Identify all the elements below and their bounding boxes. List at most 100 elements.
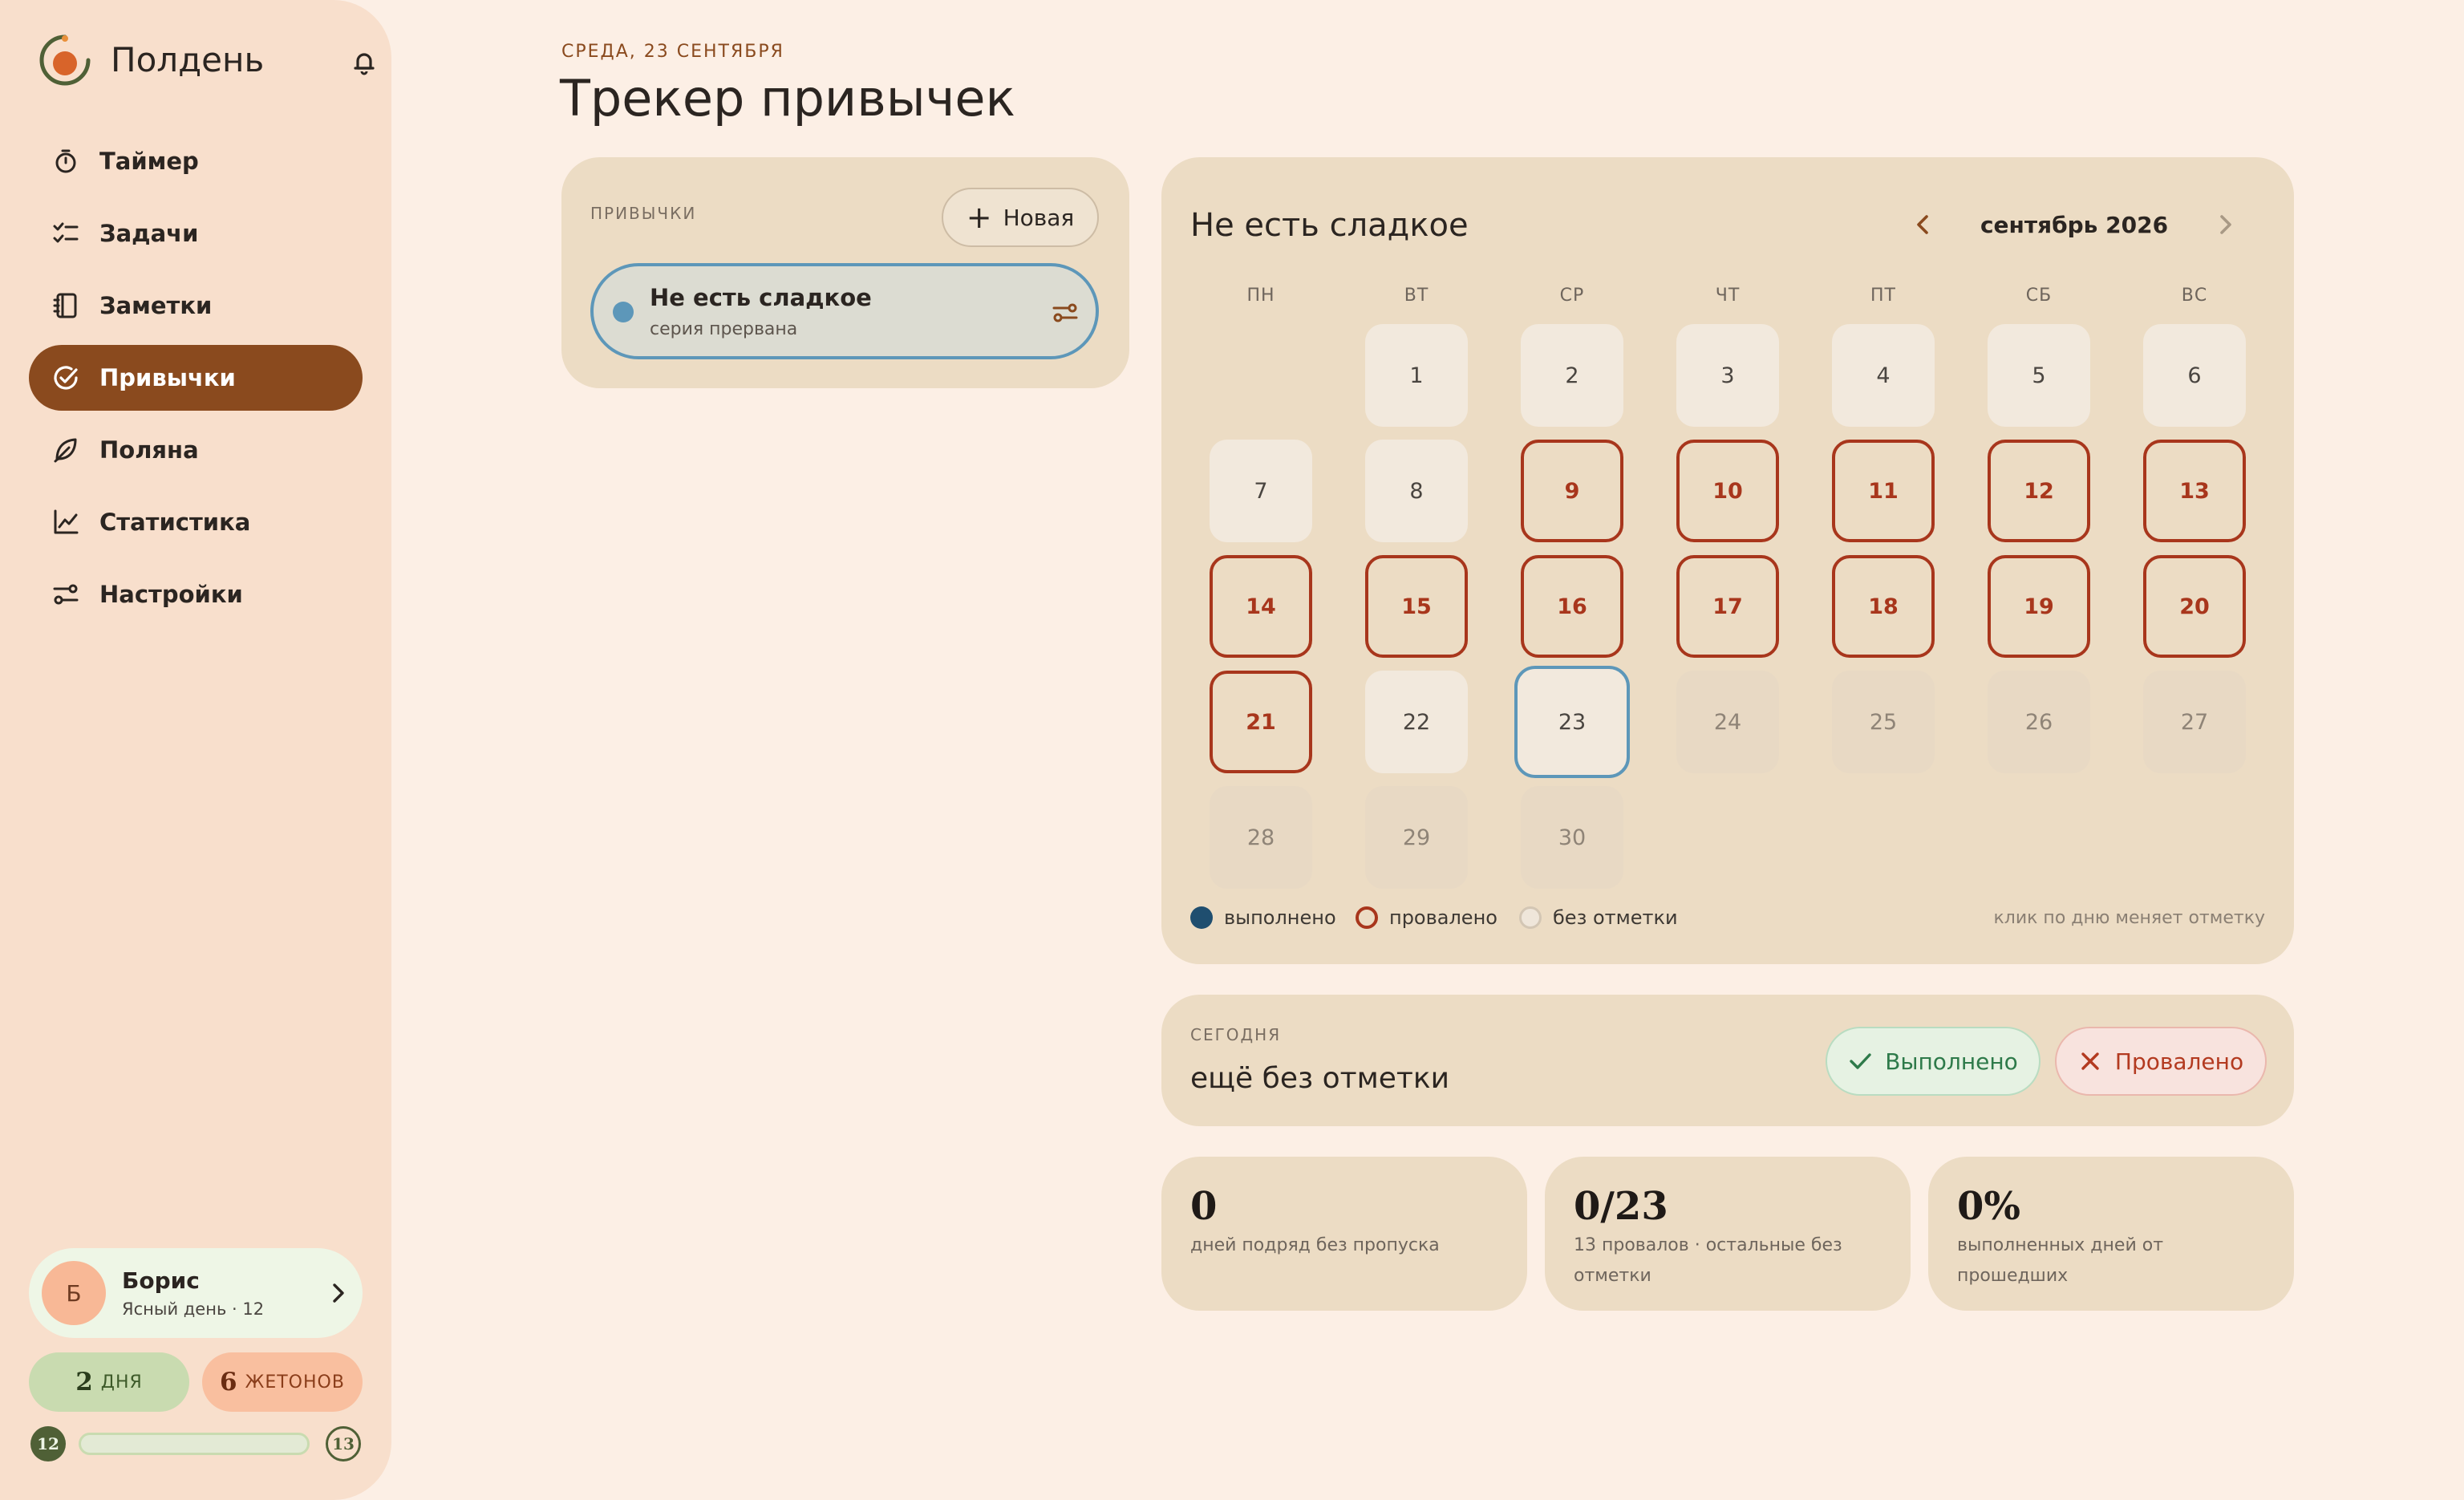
mark-done-label: Выполнено: [1885, 1048, 2018, 1075]
nav-label: Таймер: [99, 148, 199, 175]
next-level-badge: 13: [326, 1426, 361, 1461]
tokens-number: 6: [220, 1368, 237, 1397]
legend-failed-label: провалено: [1389, 906, 1497, 929]
calendar-day[interactable]: 16: [1521, 555, 1623, 658]
calendar-day[interactable]: 4: [1832, 324, 1935, 427]
chevron-right-icon[interactable]: [2211, 210, 2239, 239]
nav-label: Привычки: [99, 364, 236, 391]
calendar-day[interactable]: 26: [1988, 671, 2090, 773]
calendar-day[interactable]: 6: [2143, 324, 2246, 427]
habit-status: серия прервана: [650, 319, 798, 339]
check-icon: [1850, 1053, 1871, 1069]
calendar-day[interactable]: 25: [1832, 671, 1935, 773]
legend-done-label: выполнено: [1224, 906, 1336, 929]
calendar-month: сентябрь 2026: [1980, 212, 2169, 238]
nav-item-habits[interactable]: Привычки: [29, 345, 363, 411]
weekday-header: сб: [2025, 286, 2053, 306]
calendar-day[interactable]: 21: [1210, 671, 1312, 773]
calendar-day[interactable]: 19: [1988, 555, 2090, 658]
habit-name: Не есть сладкое: [650, 284, 872, 311]
calendar-legend: выполнено провалено без отметки клик по …: [1190, 906, 2265, 935]
failed-ring-icon: [1356, 906, 1378, 929]
empty-ring-icon: [1519, 906, 1542, 929]
stat-value: 0: [1190, 1184, 1218, 1229]
streak-badge: 2 дня: [29, 1352, 189, 1412]
calendar-day[interactable]: 12: [1988, 440, 2090, 542]
brand[interactable]: Полдень: [38, 34, 375, 90]
calendar-day[interactable]: 30: [1521, 786, 1623, 889]
calendar-day[interactable]: 24: [1676, 671, 1779, 773]
calendar-day[interactable]: 23: [1514, 666, 1630, 778]
page-date: Среда, 23 сентября: [561, 42, 784, 62]
chevron-right-icon: [333, 1283, 344, 1303]
sun-logo-icon: [39, 34, 91, 86]
user-name: Борис: [122, 1267, 200, 1294]
bell-icon[interactable]: [348, 47, 380, 79]
nav-label: Задачи: [99, 220, 199, 247]
calendar-day[interactable]: 20: [2143, 555, 2246, 658]
habits-panel: Привычки + Новая Не есть сладкое серия п…: [561, 157, 1129, 388]
stat-value: 0%: [1957, 1184, 2021, 1229]
chevron-left-icon[interactable]: [1909, 210, 1938, 239]
today-status: ещё без отметки: [1190, 1062, 1449, 1095]
calendar-habit-title: Не есть сладкое: [1190, 207, 1469, 244]
nav-item-settings[interactable]: Настройки: [29, 561, 363, 627]
nav-label: Поляна: [99, 436, 199, 464]
weekday-header: ср: [1559, 286, 1585, 306]
legend-failed: провалено: [1356, 906, 1497, 929]
plus-icon: +: [966, 200, 992, 235]
user-card[interactable]: Б Борис Ясный день · 12: [29, 1248, 363, 1338]
mark-done-button[interactable]: Выполнено: [1826, 1027, 2040, 1096]
today-caption: Сегодня: [1190, 1025, 1282, 1044]
calendar-day[interactable]: 17: [1676, 555, 1779, 658]
mark-failed-button[interactable]: Провалено: [2055, 1027, 2267, 1096]
mark-failed-label: Провалено: [2114, 1048, 2244, 1075]
habits-caption: Привычки: [590, 204, 697, 223]
leaf-icon: [54, 438, 77, 463]
calendar-day[interactable]: 27: [2143, 671, 2246, 773]
stat-description: дней подряд без пропуска: [1190, 1235, 1440, 1255]
calendar-day[interactable]: 8: [1365, 440, 1468, 542]
calendar-day[interactable]: 13: [2143, 440, 2246, 542]
legend-hint: клик по дню меняет отметку: [1993, 908, 2266, 928]
avatar: Б: [42, 1261, 106, 1325]
weekday-header: вс: [2181, 286, 2208, 306]
weekday-header: чт: [1715, 286, 1741, 306]
nav-item-meadow[interactable]: Поляна: [29, 417, 363, 483]
nav-item-stats[interactable]: Статистика: [29, 489, 363, 555]
stopwatch-icon: [55, 149, 76, 173]
calendar-day[interactable]: 1: [1365, 324, 1468, 427]
habit-item[interactable]: Не есть сладкое серия прервана: [590, 263, 1099, 359]
calendar-day[interactable]: 10: [1676, 440, 1779, 542]
calendar-day[interactable]: 14: [1210, 555, 1312, 658]
legend-none: без отметки: [1519, 906, 1678, 929]
nav-item-timer[interactable]: Таймер: [29, 128, 363, 194]
legend-none-label: без отметки: [1553, 906, 1678, 929]
calendar-day[interactable]: 28: [1210, 786, 1312, 889]
brand-name: Полдень: [111, 40, 265, 79]
new-habit-button[interactable]: + Новая: [942, 188, 1099, 247]
calendar-day[interactable]: 18: [1832, 555, 1935, 658]
calendar-panel: Не есть сладкое сентябрь 2026 выполнено …: [1161, 157, 2294, 964]
calendar-day[interactable]: 22: [1365, 671, 1468, 773]
calendar-day[interactable]: 11: [1832, 440, 1935, 542]
habit-color-dot: [613, 302, 634, 322]
calendar-day[interactable]: 2: [1521, 324, 1623, 427]
weekday-header: вт: [1404, 286, 1429, 306]
habit-settings-icon[interactable]: [1051, 298, 1080, 327]
weekday-header: пт: [1870, 286, 1896, 306]
calendar-day[interactable]: 7: [1210, 440, 1312, 542]
line-chart-icon: [54, 509, 79, 534]
stat-streak: 0 дней подряд без пропуска: [1161, 1157, 1527, 1311]
stat-description: 13 провалов · остальные без отметки: [1574, 1235, 1842, 1286]
notebook-icon: [53, 293, 77, 318]
checklist-icon: [53, 222, 79, 243]
nav-item-notes[interactable]: Заметки: [29, 273, 363, 339]
nav-item-tasks[interactable]: Задачи: [29, 201, 363, 266]
calendar-day[interactable]: 9: [1521, 440, 1623, 542]
calendar-day[interactable]: 29: [1365, 786, 1468, 889]
calendar-day[interactable]: 15: [1365, 555, 1468, 658]
calendar-day[interactable]: 5: [1988, 324, 2090, 427]
streak-label: дня: [100, 1372, 143, 1393]
calendar-day[interactable]: 3: [1676, 324, 1779, 427]
